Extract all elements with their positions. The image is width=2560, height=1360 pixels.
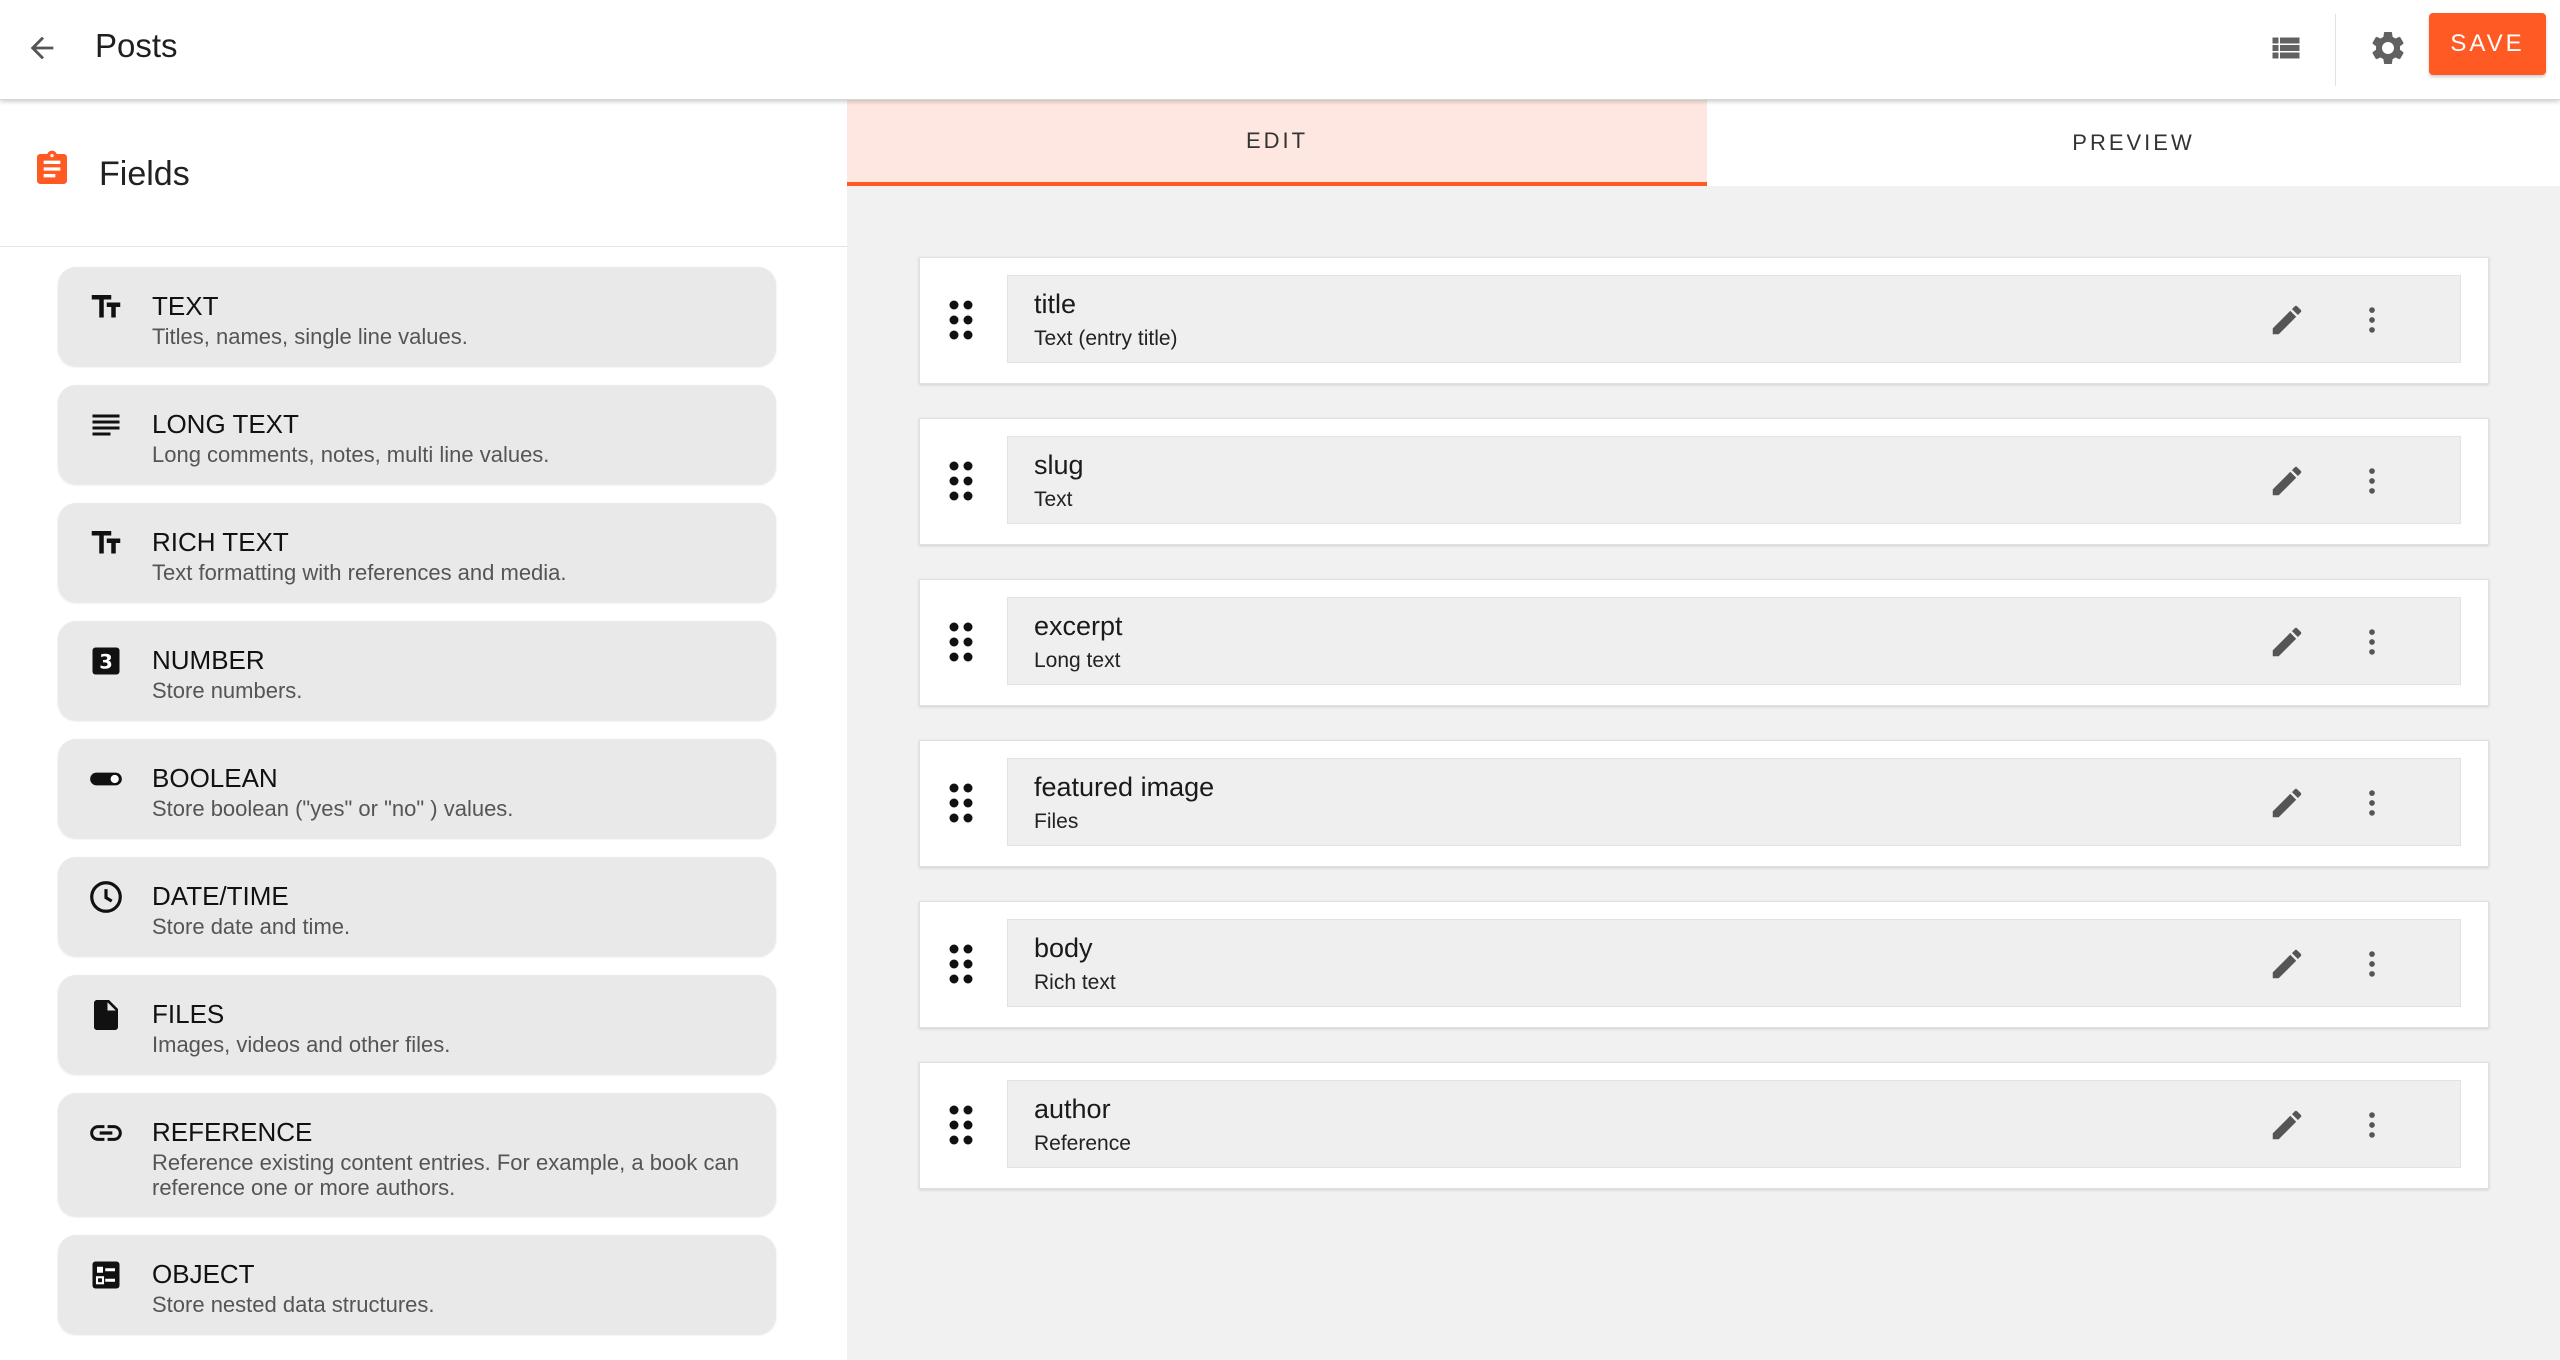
svg-text:3: 3 xyxy=(99,651,113,674)
field-type-description: Store date and time. xyxy=(152,914,351,939)
field-type-name: TEXT xyxy=(152,291,219,321)
field-type-name: BOOLEAN xyxy=(152,763,278,793)
field-type-description: Images, videos and other files. xyxy=(152,1032,451,1057)
field-card[interactable]: slug Text xyxy=(1007,436,2461,524)
field-row: body Rich text xyxy=(919,901,2489,1028)
sidebar-title: Fields xyxy=(99,155,190,193)
field-name: slug xyxy=(1034,450,1084,480)
content-model-editor: EDIT PREVIEW title Text (entry title) sl… xyxy=(847,100,2560,1360)
field-type-description: Text formatting with references and medi… xyxy=(152,560,567,585)
field-card[interactable]: author Reference xyxy=(1007,1080,2461,1168)
appbar-divider xyxy=(2335,14,2336,86)
file-icon xyxy=(86,995,126,1035)
field-card[interactable]: body Rich text xyxy=(1007,919,2461,1007)
drag-handle-icon[interactable] xyxy=(946,298,976,342)
field-type-label: Reference xyxy=(1034,1132,1131,1155)
field-name: featured image xyxy=(1034,772,1215,802)
drag-handle-icon[interactable] xyxy=(946,620,976,664)
page-title: Posts xyxy=(95,27,178,64)
field-type-description: Store nested data structures. xyxy=(152,1292,435,1317)
pencil-icon[interactable] xyxy=(2263,296,2311,344)
field-type-label: Long text xyxy=(1034,649,1121,672)
editor-tabs: EDIT PREVIEW xyxy=(847,100,2560,186)
field-row: excerpt Long text xyxy=(919,579,2489,706)
sidebar-header: Fields xyxy=(0,100,847,247)
more-vert-icon[interactable] xyxy=(2348,618,2396,666)
field-type-description: Store boolean ("yes" or "no" ) values. xyxy=(152,796,514,821)
view-list-icon xyxy=(2268,30,2304,71)
more-vert-icon[interactable] xyxy=(2348,1101,2396,1149)
field-type-name: NUMBER xyxy=(152,645,265,675)
field-type-label: Files xyxy=(1034,810,1079,833)
number-three-icon: 3 xyxy=(86,641,126,681)
arrow-back-icon xyxy=(25,31,59,70)
clipboard-icon xyxy=(32,149,72,194)
field-type-date-time[interactable]: DATE/TIME Store date and time. xyxy=(58,857,776,956)
field-type-files[interactable]: FILES Images, videos and other files. xyxy=(58,975,776,1074)
field-row: title Text (entry title) xyxy=(919,257,2489,384)
gear-icon xyxy=(2368,28,2408,73)
field-card[interactable]: excerpt Long text xyxy=(1007,597,2461,685)
field-type-name: FILES xyxy=(152,999,225,1029)
tab-preview[interactable]: PREVIEW xyxy=(1707,100,2560,186)
text-format-icon xyxy=(86,523,126,563)
field-type-rich-text[interactable]: RICH TEXT Text formatting with reference… xyxy=(58,503,776,602)
object-list-icon xyxy=(86,1255,126,1295)
drag-handle-icon[interactable] xyxy=(946,1103,976,1147)
field-type-description: Titles, names, single line values. xyxy=(152,324,468,349)
link-icon xyxy=(86,1113,126,1153)
field-type-name: DATE/TIME xyxy=(152,881,289,911)
field-type-object[interactable]: OBJECT Store nested data structures. xyxy=(58,1235,776,1334)
field-type-boolean[interactable]: BOOLEAN Store boolean ("yes" or "no" ) v… xyxy=(58,739,776,838)
pencil-icon[interactable] xyxy=(2263,779,2311,827)
field-type-description: Long comments, notes, multi line values. xyxy=(152,442,550,467)
more-vert-icon[interactable] xyxy=(2348,457,2396,505)
back-button[interactable] xyxy=(14,22,70,78)
field-type-name: OBJECT xyxy=(152,1259,255,1289)
field-type-name: RICH TEXT xyxy=(152,527,289,557)
field-name: excerpt xyxy=(1034,611,1123,641)
lines-icon xyxy=(86,405,126,445)
field-type-label: Rich text xyxy=(1034,971,1116,994)
toggle-icon xyxy=(86,759,126,799)
field-row: slug Text xyxy=(919,418,2489,545)
more-vert-icon[interactable] xyxy=(2348,940,2396,988)
save-button[interactable]: SAVE xyxy=(2429,13,2546,75)
field-card[interactable]: featured image Files xyxy=(1007,758,2461,846)
field-name: body xyxy=(1034,933,1093,963)
pencil-icon[interactable] xyxy=(2263,1101,2311,1149)
app-bar: Posts SAVE xyxy=(0,0,2560,100)
view-list-button[interactable] xyxy=(2255,19,2317,81)
field-type-description: Reference existing content entries. For … xyxy=(152,1150,739,1200)
drag-handle-icon[interactable] xyxy=(946,459,976,503)
field-row: featured image Files xyxy=(919,740,2489,867)
more-vert-icon[interactable] xyxy=(2348,296,2396,344)
more-vert-icon[interactable] xyxy=(2348,779,2396,827)
tab-edit[interactable]: EDIT xyxy=(847,100,1707,186)
settings-button[interactable] xyxy=(2357,19,2419,81)
drag-handle-icon[interactable] xyxy=(946,942,976,986)
pencil-icon[interactable] xyxy=(2263,457,2311,505)
field-name: title xyxy=(1034,289,1077,319)
field-name: author xyxy=(1034,1094,1111,1124)
field-type-name: REFERENCE xyxy=(152,1117,313,1147)
clock-icon xyxy=(86,877,126,917)
field-row: author Reference xyxy=(919,1062,2489,1189)
field-type-long-text[interactable]: LONG TEXT Long comments, notes, multi li… xyxy=(58,385,776,484)
pencil-icon[interactable] xyxy=(2263,940,2311,988)
pencil-icon[interactable] xyxy=(2263,618,2311,666)
field-type-label: Text (entry title) xyxy=(1034,327,1178,350)
field-type-name: LONG TEXT xyxy=(152,409,299,439)
field-type-number[interactable]: 3 NUMBER Store numbers. xyxy=(58,621,776,720)
field-type-text[interactable]: TEXT Titles, names, single line values. xyxy=(58,267,776,366)
drag-handle-icon[interactable] xyxy=(946,781,976,825)
field-card[interactable]: title Text (entry title) xyxy=(1007,275,2461,363)
text-format-icon xyxy=(86,287,126,327)
field-type-reference[interactable]: REFERENCE Reference existing content ent… xyxy=(58,1093,776,1216)
field-type-description: Store numbers. xyxy=(152,678,303,703)
field-type-label: Text xyxy=(1034,488,1073,511)
fields-sidebar: Fields TEXT Titles, names, single line v… xyxy=(0,100,847,1360)
